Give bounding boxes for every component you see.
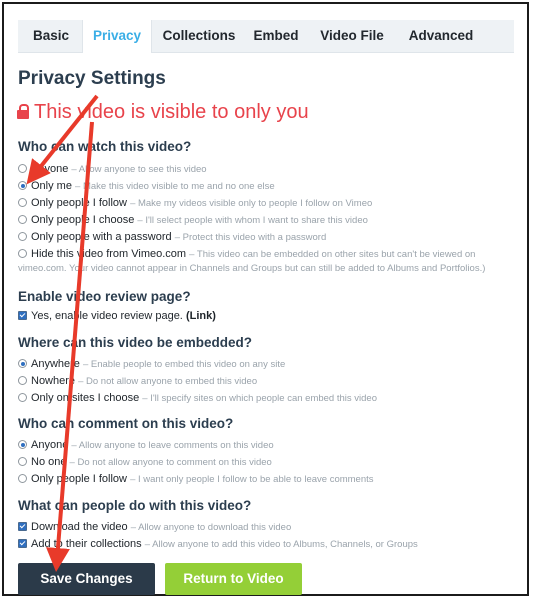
embed-heading: Where can this video be embedded?	[18, 335, 253, 350]
radio-button[interactable]	[18, 376, 27, 385]
review-page-option[interactable]: Yes, enable video review page. (Link)	[18, 309, 216, 323]
option-description: – Make my videos visible only to people …	[130, 198, 373, 209]
option-description: – Make this video visible to me and no o…	[75, 181, 275, 192]
tab-bar: Basic Privacy Collections Embed Video Fi…	[18, 20, 514, 53]
checkbox-checked[interactable]	[18, 311, 27, 320]
checkbox-checked[interactable]	[18, 539, 27, 548]
radio-button[interactable]	[18, 249, 27, 258]
tab-basic[interactable]: Basic	[28, 20, 74, 52]
radio-button-selected[interactable]	[18, 181, 27, 190]
lock-icon	[17, 104, 29, 119]
option-label: Add to their collections	[31, 538, 142, 550]
tab-privacy[interactable]: Privacy	[82, 20, 152, 53]
watch-option-password[interactable]: Only people with a password – Protect th…	[18, 230, 326, 244]
option-description: – Do not allow anyone to comment on this…	[69, 457, 272, 468]
option-label: Yes, enable video review page.	[31, 310, 183, 322]
radio-button[interactable]	[18, 164, 27, 173]
option-description: – I'll specify sites on which people can…	[142, 393, 377, 404]
comment-option-anyone[interactable]: Anyone – Allow anyone to leave comments …	[18, 438, 274, 452]
option-label: Anywhere	[31, 358, 80, 370]
option-description: – Allow anyone to leave comments on this…	[71, 440, 274, 451]
option-label: Only people with a password	[31, 231, 172, 243]
save-changes-button[interactable]: Save Changes	[18, 563, 155, 595]
tab-advanced[interactable]: Advanced	[401, 20, 481, 52]
option-label: Anyone	[31, 163, 69, 175]
who-can-watch-heading: Who can watch this video?	[18, 139, 192, 154]
option-label: Only on sites I choose	[31, 392, 140, 404]
option-label: Nowhere	[31, 375, 76, 387]
option-description: – This video can be embedded on other si…	[189, 249, 476, 260]
permission-add-to-collections[interactable]: Add to their collections – Allow anyone …	[18, 537, 418, 551]
comment-option-people-i-follow[interactable]: Only people I follow – I want only peopl…	[18, 472, 374, 486]
option-description: – I want only people I follow to be able…	[130, 474, 374, 485]
option-description: – Do not allow anyone to embed this vide…	[78, 376, 258, 387]
watch-option-people-i-follow[interactable]: Only people I follow – Make my videos vi…	[18, 196, 372, 210]
watch-option-only-me[interactable]: Only me – Make this video visible to me …	[18, 179, 275, 193]
radio-button[interactable]	[18, 457, 27, 466]
radio-button[interactable]	[18, 474, 27, 483]
visibility-note: This video is visible to only you	[17, 101, 309, 124]
option-label: Download the video	[31, 521, 128, 533]
option-label: Only people I follow	[31, 473, 127, 485]
permission-download[interactable]: Download the video – Allow anyone to dow…	[18, 520, 291, 534]
radio-button[interactable]	[18, 215, 27, 224]
tab-collections[interactable]: Collections	[158, 20, 240, 52]
review-link[interactable]: (Link)	[186, 310, 216, 322]
page-title: Privacy Settings	[18, 68, 166, 89]
tab-embed[interactable]: Embed	[250, 20, 302, 52]
option-label: No one	[31, 456, 67, 468]
visibility-note-text: This video is visible to only you	[34, 101, 309, 123]
option-label: Only me	[31, 180, 72, 192]
radio-button[interactable]	[18, 393, 27, 402]
option-description: – Enable people to embed this video on a…	[82, 359, 286, 370]
review-page-heading: Enable video review page?	[18, 289, 191, 304]
option-description: – Allow anyone to see this video	[71, 164, 207, 175]
option-description: – Protect this video with a password	[174, 232, 327, 243]
checkbox-checked[interactable]	[18, 522, 27, 531]
embed-option-anywhere[interactable]: Anywhere – Enable people to embed this v…	[18, 357, 285, 371]
radio-button[interactable]	[18, 198, 27, 207]
radio-button-selected[interactable]	[18, 440, 27, 449]
watch-option-hide[interactable]: Hide this video from Vimeo.com – This vi…	[18, 247, 475, 261]
option-description: – Allow anyone to download this video	[130, 522, 292, 533]
comment-heading: Who can comment on this video?	[18, 416, 234, 431]
return-to-video-button[interactable]: Return to Video	[165, 563, 302, 595]
radio-button-selected[interactable]	[18, 359, 27, 368]
option-label: Hide this video from Vimeo.com	[31, 248, 187, 260]
option-description: – I'll select people with whom I want to…	[137, 215, 368, 226]
option-label: Only people I follow	[31, 197, 127, 209]
embed-option-sites-i-choose[interactable]: Only on sites I choose – I'll specify si…	[18, 391, 377, 405]
option-label: Anyone	[31, 439, 69, 451]
radio-button[interactable]	[18, 232, 27, 241]
option-description: – Allow anyone to add this video to Albu…	[144, 539, 418, 550]
watch-option-anyone[interactable]: Anyone – Allow anyone to see this video	[18, 162, 207, 176]
option-label: Only people I choose	[31, 214, 135, 226]
permissions-heading: What can people do with this video?	[18, 498, 252, 513]
watch-option-people-i-choose[interactable]: Only people I choose – I'll select peopl…	[18, 213, 368, 227]
embed-option-nowhere[interactable]: Nowhere – Do not allow anyone to embed t…	[18, 374, 257, 388]
hide-option-description-continued: vimeo.com. Your video cannot appear in C…	[18, 263, 486, 274]
comment-option-no-one[interactable]: No one – Do not allow anyone to comment …	[18, 455, 272, 469]
tab-video-file[interactable]: Video File	[315, 20, 389, 52]
